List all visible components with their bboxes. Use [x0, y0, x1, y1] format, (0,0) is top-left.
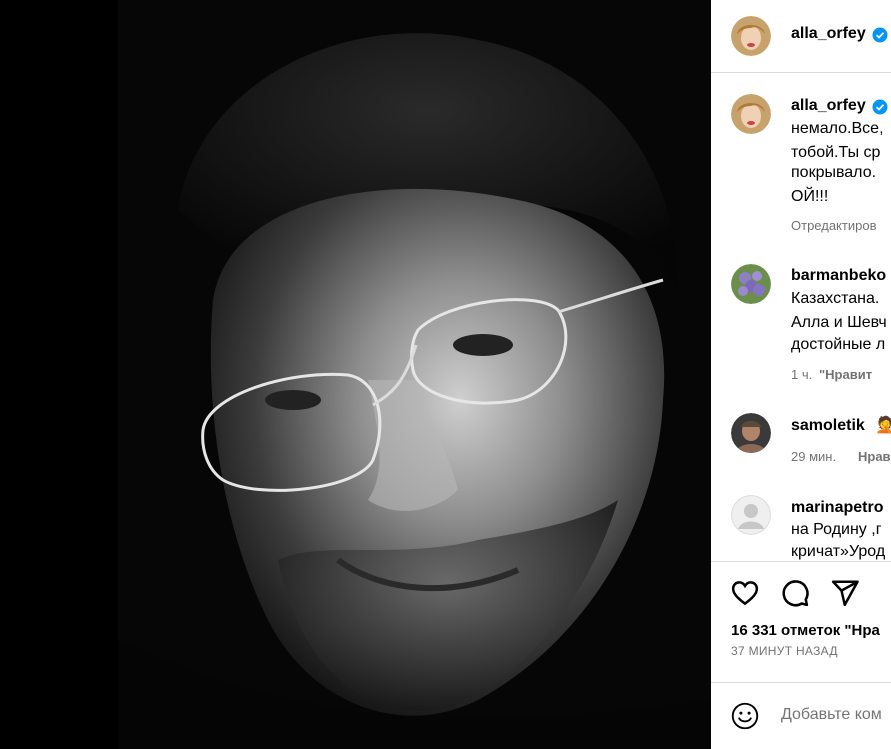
- comment-text-line: на Родину ,г: [791, 521, 882, 538]
- comment-like-count-text: "Нравит: [819, 367, 873, 382]
- comment-icon[interactable]: [780, 578, 810, 608]
- share-icon[interactable]: [830, 578, 860, 608]
- comment-text-line: кричат»Урод: [791, 543, 886, 560]
- comment-like-count[interactable]: Нрав: [858, 449, 891, 464]
- edited-label: Отредактиров: [791, 218, 877, 233]
- add-comment-input[interactable]: [781, 706, 891, 724]
- post-timestamp[interactable]: 37 МИНУТ НАЗАД: [731, 644, 838, 658]
- post-media[interactable]: [0, 0, 711, 749]
- commenter-avatar[interactable]: [731, 495, 771, 535]
- avatar-image: [731, 94, 771, 134]
- header-divider: [711, 72, 891, 73]
- comment-box-divider: [711, 682, 891, 683]
- commenter-username[interactable]: barmanbeko: [791, 267, 886, 285]
- author-avatar[interactable]: [731, 16, 771, 56]
- comment-time[interactable]: 29 мин.: [791, 449, 836, 464]
- avatar-image: [731, 413, 771, 453]
- avatar-image: [731, 264, 771, 304]
- commenter-avatar[interactable]: [731, 413, 771, 453]
- verified-badge-icon: [872, 99, 888, 115]
- caption-author-username[interactable]: alla_orfey: [791, 97, 866, 115]
- caption-author-avatar[interactable]: [731, 94, 771, 134]
- post-photo: [118, 0, 711, 749]
- caption-text-line: ОЙ!!!: [791, 188, 829, 205]
- comment-text-line: Казахстана.: [791, 290, 880, 307]
- post-side-panel: alla_orfey alla_orfey немало.Все, тобой.…: [711, 0, 891, 749]
- heart-icon[interactable]: [730, 578, 760, 608]
- comment-text-line: Алла и Шевч: [791, 314, 887, 331]
- commenter-username[interactable]: marinapetro: [791, 499, 883, 517]
- caption-text-line: немало.Все,: [791, 120, 884, 137]
- portrait-illustration: [118, 0, 711, 749]
- commenter-avatar[interactable]: [731, 264, 771, 304]
- commenter-username[interactable]: samoletik: [791, 417, 865, 435]
- comment-like-count[interactable]: "Нравит: [819, 367, 872, 382]
- post-viewer: alla_orfey alla_orfey немало.Все, тобой.…: [0, 0, 891, 749]
- comment-emoji: 🤦: [875, 417, 891, 434]
- author-username[interactable]: alla_orfey: [791, 25, 866, 43]
- caption-text-line: покрывало.: [791, 164, 877, 181]
- comment-time[interactable]: 1 ч.: [791, 367, 812, 382]
- comment-text-line: достойные л: [791, 336, 886, 353]
- caption-text-line: тобой.Ты ср: [791, 144, 881, 161]
- verified-badge-icon: [872, 27, 888, 43]
- media-left-margin: [0, 0, 118, 749]
- comment-like-count-text: Нрав: [858, 449, 891, 464]
- avatar-image: [731, 16, 771, 56]
- actions-divider: [711, 561, 891, 562]
- likes-count[interactable]: 16 331 отметок "Нра: [731, 622, 880, 639]
- smiley-icon[interactable]: [731, 702, 759, 730]
- avatar-default-image: [731, 495, 771, 535]
